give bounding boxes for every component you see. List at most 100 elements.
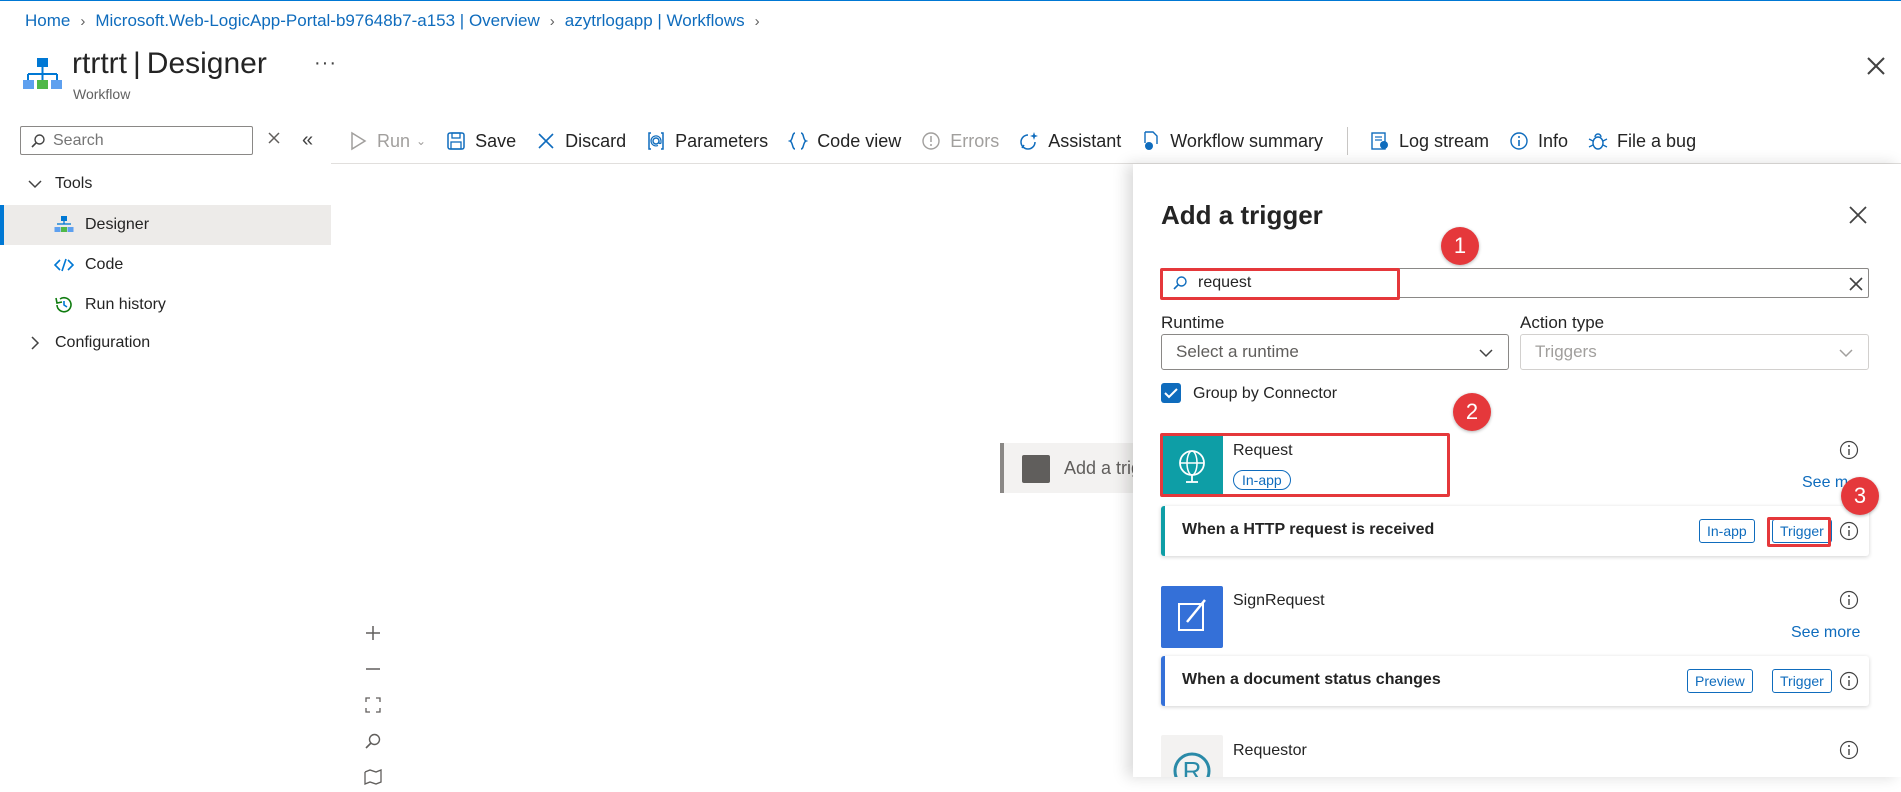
breadcrumb: Home › Microsoft.Web-LogicApp-Portal-b97… — [25, 11, 770, 31]
info-icon[interactable] — [1839, 590, 1859, 610]
tree-group-tools[interactable]: Tools — [0, 164, 331, 204]
info-button[interactable]: Info — [1509, 131, 1568, 152]
clear-search-icon[interactable] — [1848, 276, 1864, 292]
history-icon — [55, 296, 72, 313]
preview-tag: Preview — [1687, 669, 1753, 693]
discard-label: Discard — [565, 130, 627, 151]
workflow-icon — [54, 216, 74, 232]
parameters-button[interactable]: Parameters — [646, 131, 768, 152]
globe-icon — [1179, 450, 1205, 483]
sign-icon — [1178, 599, 1206, 631]
chevron-down-icon — [1839, 349, 1853, 358]
fit-view-icon — [365, 697, 381, 713]
collapse-sidebar-button[interactable]: « — [302, 129, 313, 152]
save-button[interactable]: Save — [446, 131, 516, 152]
run-label: Run — [377, 130, 411, 151]
sidebar-item-designer[interactable]: Designer — [0, 205, 331, 245]
see-more-link[interactable]: See more — [1791, 624, 1860, 642]
action-type-label: Action type — [1520, 313, 1605, 332]
more-options-button[interactable]: ··· — [314, 52, 337, 75]
page-name: Designer — [146, 47, 267, 80]
runtime-dropdown[interactable]: Select a runtime — [1161, 334, 1509, 370]
info-icon[interactable] — [1839, 440, 1859, 460]
add-trigger-node[interactable]: Add a trig — [1000, 443, 1142, 493]
group-by-connector-checkbox[interactable] — [1161, 383, 1181, 403]
play-icon — [351, 131, 367, 151]
trigger-row-http-request[interactable]: When a HTTP request is received In-app T… — [1161, 506, 1869, 556]
chevron-right-icon: › — [80, 12, 86, 30]
zoom-out-button[interactable] — [358, 654, 388, 684]
requestor-connector-name[interactable]: Requestor — [1233, 742, 1307, 760]
workflow-icon — [23, 58, 62, 89]
info-icon[interactable] — [1839, 740, 1859, 760]
discard-button[interactable]: Discard — [536, 131, 626, 152]
code-icon — [54, 258, 74, 272]
trigger-tag: Trigger — [1772, 669, 1832, 693]
sidebar-item-label: Run history — [85, 296, 166, 313]
sidebar-item-run-history[interactable]: Run history — [0, 285, 331, 325]
run-button[interactable]: Run ⌄ — [348, 131, 426, 152]
page-title: rtrtrt | Designer — [72, 47, 267, 81]
bug-icon — [1588, 133, 1608, 150]
command-bar: Run ⌄ Save Discard Parameters Code view — [348, 124, 1716, 158]
minimap-button[interactable] — [358, 762, 388, 792]
svg-text:R: R — [1183, 756, 1202, 777]
assistant-button[interactable]: Assistant — [1019, 131, 1121, 152]
parameters-icon — [648, 132, 664, 150]
fit-view-button[interactable] — [358, 690, 388, 720]
request-connector-icon[interactable] — [1161, 434, 1223, 496]
top-accent-line — [0, 0, 1901, 1]
zoom-search-button[interactable] — [358, 726, 388, 756]
info-icon[interactable] — [1839, 521, 1859, 541]
tree-group-configuration[interactable]: Configuration — [0, 323, 331, 363]
signrequest-connector-icon[interactable] — [1161, 586, 1223, 648]
requestor-connector-icon[interactable]: R — [1161, 735, 1223, 777]
clear-search-icon[interactable] — [267, 131, 281, 145]
chevron-right-icon: › — [549, 12, 555, 30]
tree-group-label: Configuration — [55, 334, 151, 351]
signrequest-connector-name[interactable]: SignRequest — [1233, 592, 1325, 610]
title-separator: | — [132, 47, 141, 80]
request-connector-name[interactable]: Request — [1233, 442, 1293, 460]
braces-icon — [788, 132, 809, 150]
code-view-button[interactable]: Code view — [788, 131, 901, 152]
map-icon — [364, 769, 382, 785]
assistant-label: Assistant — [1048, 130, 1122, 151]
error-icon — [922, 132, 940, 150]
log-stream-label: Log stream — [1398, 130, 1489, 151]
save-icon — [447, 132, 465, 150]
trigger-row-document-status[interactable]: When a document status changes Preview T… — [1161, 656, 1869, 706]
breadcrumb-resource-group[interactable]: Microsoft.Web-LogicApp-Portal-b97648b7-a… — [95, 11, 539, 31]
trigger-search-box — [1161, 268, 1869, 298]
workflow-summary-button[interactable]: Workflow summary — [1141, 131, 1323, 152]
close-icon[interactable] — [1862, 52, 1890, 80]
trigger-name: When a document status changes — [1182, 671, 1441, 688]
workflow-name: rtrtrt — [72, 47, 127, 80]
add-trigger-panel: Add a trigger Runtime Select a runtime A… — [1133, 164, 1901, 777]
callout-badge-3: 3 — [1841, 477, 1879, 515]
sidebar-item-label: Code — [85, 256, 124, 273]
callout-badge-1: 1 — [1441, 227, 1479, 265]
trigger-search-input[interactable] — [1196, 272, 1796, 294]
action-type-dropdown[interactable]: Triggers — [1520, 334, 1869, 370]
chevron-right-icon — [31, 336, 40, 350]
sidebar-item-code[interactable]: Code — [0, 245, 331, 285]
file-bug-button[interactable]: File a bug — [1588, 131, 1696, 152]
registered-icon: R — [1173, 752, 1211, 777]
info-icon — [1510, 132, 1528, 150]
runtime-dropdown-value: Select a runtime — [1176, 342, 1299, 361]
log-stream-button[interactable]: Log stream — [1370, 131, 1489, 152]
parameters-label: Parameters — [675, 130, 769, 151]
info-icon[interactable] — [1839, 671, 1859, 691]
errors-label: Errors — [950, 130, 1000, 151]
search-icon — [365, 733, 381, 749]
breadcrumb-home[interactable]: Home — [25, 11, 70, 31]
close-icon[interactable] — [1847, 204, 1869, 226]
zoom-in-button[interactable] — [358, 618, 388, 648]
sidebar-search — [20, 126, 253, 155]
page-subtitle: Workflow — [73, 86, 131, 102]
add-trigger-node-label: Add a trig — [1064, 458, 1142, 478]
errors-button[interactable]: Errors — [921, 131, 999, 152]
sidebar-search-input[interactable] — [51, 130, 247, 151]
breadcrumb-workflows[interactable]: azytrlogapp | Workflows — [565, 11, 745, 31]
